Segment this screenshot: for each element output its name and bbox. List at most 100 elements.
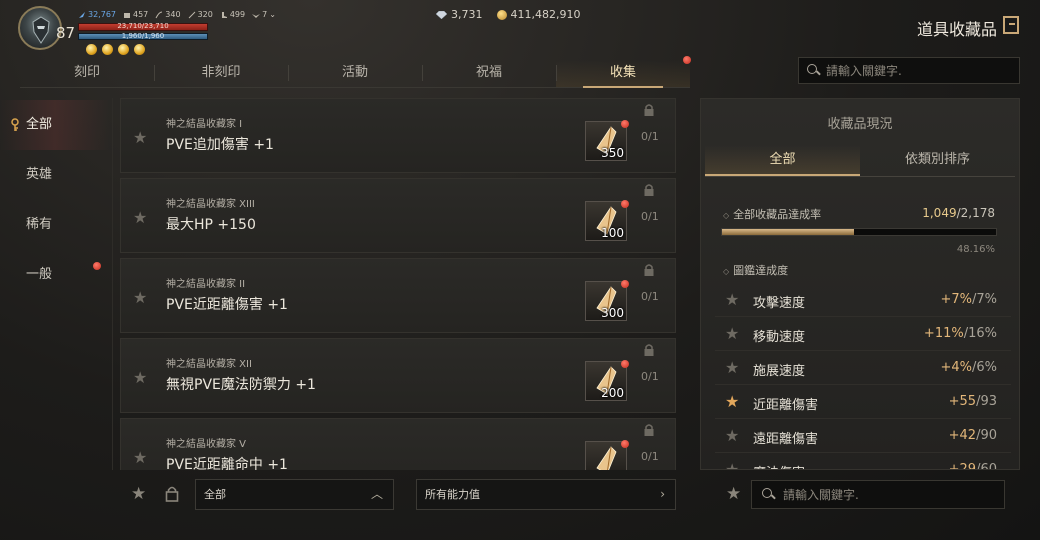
category-tabs: 刻印 非刻印 活動 祝福 收集	[20, 60, 690, 88]
exit-icon[interactable]	[1003, 16, 1019, 34]
stat-row: 32,767 457 340 320 499 7 ⌄	[78, 10, 276, 19]
lock-icon[interactable]	[643, 103, 655, 117]
diamond-bullet-icon: ◇	[723, 211, 730, 220]
collection-stat: 最大HP +150	[166, 217, 256, 233]
sidebar-item-all[interactable]: 全部	[0, 100, 110, 150]
tab-non-engraved[interactable]: 非刻印	[154, 60, 288, 87]
favorite-star-icon[interactable]: ★	[133, 208, 147, 227]
star-icon: ★	[725, 290, 740, 309]
top-search-input[interactable]	[826, 63, 1006, 78]
page-title: 道具收藏品	[917, 20, 998, 39]
collection-stat: 無視PVE魔法防禦力 +1	[166, 377, 316, 393]
ability-filter-value: 所有能力值	[425, 488, 480, 501]
collection-progress: 0/1	[641, 130, 659, 143]
item-slot[interactable]	[585, 440, 629, 470]
stat-completion-list[interactable]: ★ 攻擊速度 +7%/7% ★ 移動速度 +11%/16% ★ 施展速度 +4%…	[715, 283, 1011, 470]
player-hud: 87 32,767 457 340 320 499 7 ⌄ 23,710/23,…	[0, 0, 1040, 60]
grade-filter-select[interactable]: 全部 ︿	[195, 479, 394, 510]
stat-int: 320	[188, 10, 213, 19]
stat-str: 457	[123, 10, 148, 19]
collection-progress: 0/1	[641, 290, 659, 303]
tab-collect[interactable]: 收集	[556, 60, 690, 88]
sidebar-item-label: 全部	[26, 117, 53, 132]
collection-status-panel: 收藏品現況 全部 依類別排序 ◇ 全部收藏品達成率 1,049/2,178 48.…	[700, 98, 1020, 470]
sidebar-divider	[112, 98, 113, 470]
stat-value: +42/90	[948, 428, 997, 443]
item-slot[interactable]: 200	[585, 360, 629, 401]
panel-search-box[interactable]	[751, 480, 1005, 509]
item-quantity: 350	[601, 146, 624, 160]
tab-blessing[interactable]: 祝福	[422, 60, 556, 87]
grade-filter-value: 全部	[204, 488, 226, 501]
lock-icon[interactable]	[643, 183, 655, 197]
collection-card[interactable]: ★ 神之結晶收藏家 II PVE近距離傷害 +1 300 0/1	[120, 258, 676, 333]
star-icon: ★	[725, 392, 740, 411]
sidebar-item-common[interactable]: 一般	[0, 250, 110, 300]
mp-bar: 1,960/1,960	[78, 32, 208, 40]
gem-currency: 3,731	[436, 8, 483, 21]
stat-dex: 340	[155, 10, 181, 19]
collection-name: 神之結晶收藏家 II	[166, 279, 246, 290]
sidebar-item-rare[interactable]: 稀有	[0, 200, 110, 250]
search-icon	[807, 64, 820, 77]
collection-card[interactable]: ★ 神之結晶收藏家 XIII 最大HP +150 100 0/1	[120, 178, 676, 253]
collection-progress: 0/1	[641, 210, 659, 223]
favorites-filter-star-icon[interactable]: ★	[131, 484, 146, 504]
star-icon: ★	[725, 460, 740, 470]
collection-name: 神之結晶收藏家 XIII	[166, 199, 255, 210]
stat-completion-row[interactable]: ★ 移動速度 +11%/16%	[715, 317, 1011, 351]
notification-dot	[621, 280, 629, 288]
dex-completion-label: ◇ 圖鑑達成度	[723, 264, 789, 277]
notification-dot	[621, 440, 629, 448]
favorite-star-icon[interactable]: ★	[133, 368, 147, 387]
panel-search-input[interactable]	[783, 487, 963, 502]
stat-completion-row[interactable]: ★ 遠距離傷害 +42/90	[715, 419, 1011, 453]
fist-icon	[124, 12, 130, 18]
sidebar-item-hero[interactable]: 英雄	[0, 150, 110, 200]
sort-tab-by-category[interactable]: 依類別排序	[860, 145, 1015, 176]
favorite-star-icon[interactable]: ★	[133, 448, 147, 467]
sort-tab-all[interactable]: 全部	[705, 145, 860, 176]
collection-stat: PVE近距離傷害 +1	[166, 297, 288, 313]
stat-completion-row[interactable]: ★ 魔法傷害 +29/60	[715, 453, 1011, 470]
sort-tabs: 全部 依類別排序	[705, 145, 1015, 177]
collection-card[interactable]: ★ 神之結晶收藏家 V PVE近距離命中 +1 0/1	[120, 418, 676, 470]
lock-filter-icon[interactable]	[165, 485, 179, 502]
stat-label: 攻擊速度	[753, 296, 806, 311]
lock-icon[interactable]	[643, 423, 655, 437]
item-slot[interactable]: 100	[585, 200, 629, 241]
tab-event[interactable]: 活動	[288, 60, 422, 87]
item-slot[interactable]: 350	[585, 120, 629, 161]
bow-icon	[155, 11, 163, 18]
item-slot[interactable]: 300	[585, 280, 629, 321]
favorite-star-icon[interactable]: ★	[133, 128, 147, 147]
tab-engraved[interactable]: 刻印	[20, 60, 154, 87]
collection-list[interactable]: ★ 神之結晶收藏家 I PVE追加傷害 +1 350 0/1 ★ 神之結晶收藏家…	[120, 98, 676, 470]
feather-icon	[79, 11, 85, 18]
collection-progress: 0/1	[641, 370, 659, 383]
stat-combat-power: 32,767	[78, 10, 116, 19]
ability-filter-select[interactable]: 所有能力值 ›	[416, 479, 676, 510]
stat-completion-row[interactable]: ★ 施展速度 +4%/6%	[715, 351, 1011, 385]
collection-name: 神之結晶收藏家 XII	[166, 359, 252, 370]
overall-progress-fill	[722, 229, 854, 235]
stat-more-indicator: ⌄	[269, 10, 276, 19]
collection-card[interactable]: ★ 神之結晶收藏家 I PVE追加傷害 +1 350 0/1	[120, 98, 676, 173]
stat-completion-row[interactable]: ★ 近距離傷害 +55/93	[715, 385, 1011, 419]
stat-completion-row[interactable]: ★ 攻擊速度 +7%/7%	[715, 283, 1011, 317]
stat-value: +29/60	[948, 462, 997, 470]
staff-icon	[188, 11, 195, 18]
top-search-box[interactable]	[798, 57, 1020, 84]
lock-icon[interactable]	[643, 263, 655, 277]
overall-completion-label: ◇ 全部收藏品達成率	[723, 208, 822, 221]
collection-card[interactable]: ★ 神之結晶收藏家 XII 無視PVE魔法防禦力 +1 200 0/1	[120, 338, 676, 413]
knight-icon	[32, 16, 50, 44]
favorite-star-icon[interactable]: ★	[133, 288, 147, 307]
sidebar-item-label: 稀有	[26, 217, 53, 232]
lock-icon[interactable]	[643, 343, 655, 357]
search-icon	[762, 488, 775, 501]
panel-favorites-star-icon[interactable]: ★	[726, 484, 741, 504]
buff-orbs	[86, 44, 145, 55]
orb-icon	[102, 44, 113, 55]
key-icon	[11, 118, 19, 131]
